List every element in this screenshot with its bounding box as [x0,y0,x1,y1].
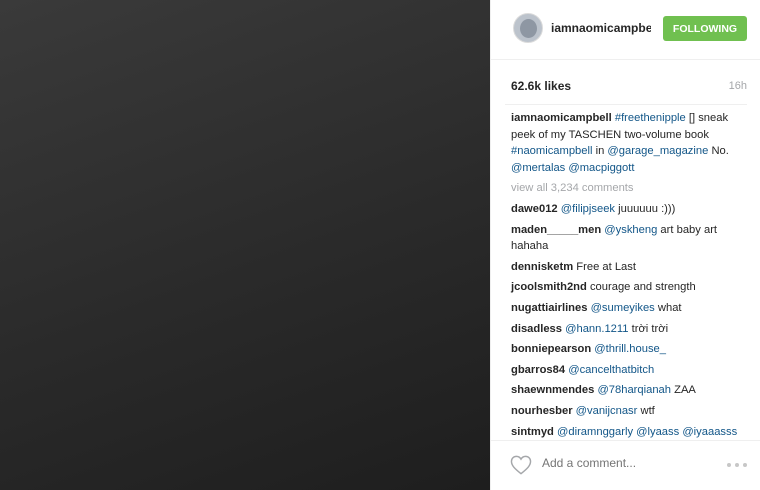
avatar-image [520,19,537,38]
post-photo[interactable] [0,0,490,490]
comment-username[interactable]: maden_____men [511,224,601,236]
mention-link[interactable]: @yskheng [604,224,657,236]
mention-link[interactable]: @garage_magazine [607,145,708,157]
mention-link[interactable]: @macpiggott [568,162,634,174]
caption-text: in [592,145,608,158]
comment-username[interactable]: sintmyd [511,426,554,438]
comment-text: juuuuuu :))) [615,202,676,215]
comment-row: nourhesber @vanijcnasr wtf [511,403,751,420]
comment-text: trời trời [628,322,669,335]
mention-link[interactable]: @78harqianah [597,384,671,396]
comment-text: wtf [637,404,655,417]
mention-link[interactable]: @thrill.house_ [594,343,666,355]
comment-row: dennisketm Free at Last [511,259,751,276]
comment-row: jcoolsmith2nd courage and strength [511,279,751,296]
comment-text: Free at Last [576,260,636,273]
mention-link[interactable]: @cancelthatbitch [568,364,654,376]
mention-link[interactable]: @sumeyikes [591,302,655,314]
comment-row: disadless @hann.1211 trời trời [511,321,751,338]
comment-row: bonniepearson @thrill.house_ [511,341,751,358]
likes-count[interactable]: 62.6k likes [511,79,571,93]
comment-row: shaewnmendes @78harqianah ZAA [511,382,751,399]
comment-row: nugattiairlines @sumeyikes what [511,300,751,317]
comment-username[interactable]: gbarros84 [511,364,565,376]
heart-icon[interactable] [510,455,532,475]
mention-link[interactable]: @vanijcnasr [576,405,638,417]
mention-link[interactable]: @diramnggarly @lyaass @iyaaasss [557,426,737,438]
avatar[interactable] [513,13,543,43]
caption: iamnaomicampbell #freethenipple [] sneak… [511,110,751,176]
comment-username[interactable]: jcoolsmith2nd [511,281,587,293]
more-options-icon[interactable] [727,463,749,469]
comment-row: dawe012 @filipjseek juuuuuu :))) [511,201,751,218]
post-age[interactable]: 16h [729,80,747,92]
mention-link[interactable]: @hann.1211 [565,323,628,335]
comment-username[interactable]: dawe012 [511,203,558,215]
divider [505,104,747,105]
comments-list: iamnaomicampbell #freethenipple [] sneak… [511,110,751,444]
comment-username[interactable]: dennisketm [511,261,573,273]
hashtag-link[interactable]: #freethenipple [615,112,686,124]
comment-footer [491,440,760,490]
caption-username[interactable]: iamnaomicampbell [511,112,612,124]
caption-text: No. [708,145,729,158]
comment-items: dawe012 @filipjseek juuuuuu :))) maden___… [511,201,751,440]
view-all-comments-link[interactable]: view all 3,234 comments [511,180,751,197]
comment-username[interactable]: disadless [511,323,562,335]
hashtag-link[interactable]: #naomicampbell [511,145,592,157]
comment-username[interactable]: shaewnmendes [511,384,594,396]
post-header: iamnaomicampbell FOLLOWING [491,0,760,60]
mention-link[interactable]: @filipjseek [561,203,615,215]
following-button[interactable]: FOLLOWING [663,16,747,41]
comment-text: ZAA [671,384,696,397]
post-info-panel: iamnaomicampbell FOLLOWING 62.6k likes 1… [490,0,760,490]
comment-row: sintmyd @diramnggarly @lyaass @iyaaasss [511,424,751,441]
post-meta: 62.6k likes 16h [491,60,760,108]
comment-row: maden_____men @yskheng art baby art haha… [511,222,751,255]
comment-text: what [654,301,682,314]
mention-link[interactable]: @mertalas [511,162,565,174]
comment-text: courage and strength [589,281,696,294]
comment-row: gbarros84 @cancelthatbitch [511,362,751,379]
comment-username[interactable]: nugattiairlines [511,302,587,314]
post-username[interactable]: iamnaomicampbell [551,21,651,35]
comment-username[interactable]: bonniepearson [511,343,591,355]
add-comment-input[interactable] [542,456,692,470]
comment-username[interactable]: nourhesber [511,405,573,417]
